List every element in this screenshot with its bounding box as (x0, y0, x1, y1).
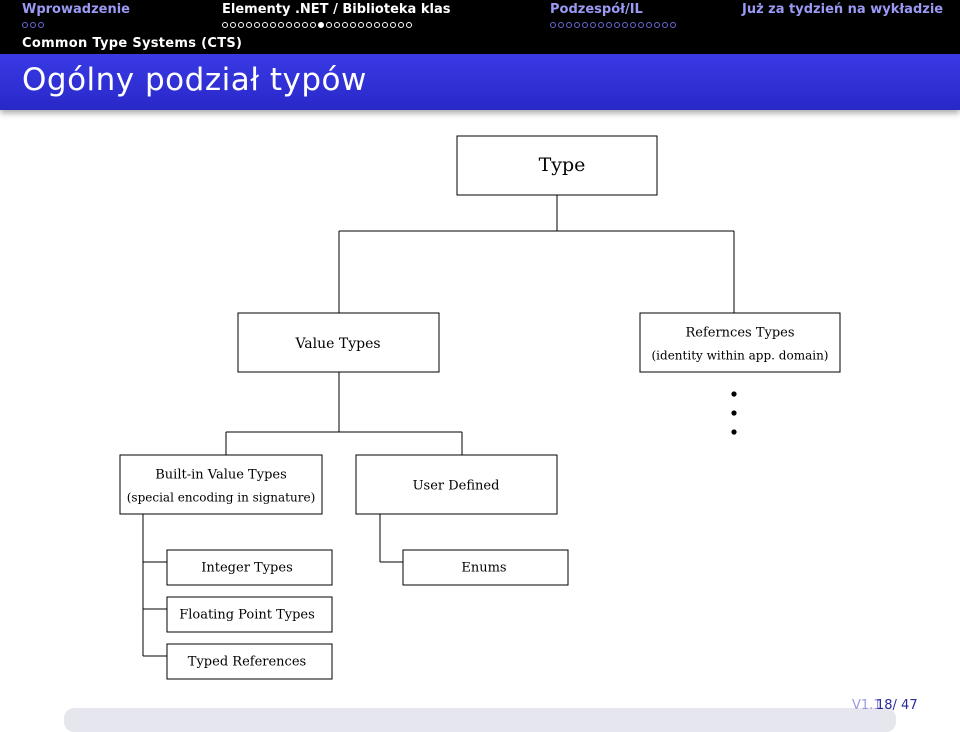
node-enums: Enums (402, 549, 569, 586)
node-builtin-value-types: Built-in Value Types (special encoding i… (119, 454, 323, 515)
node-enums-label: Enums (461, 561, 506, 576)
node-value-types: Value Types (237, 312, 440, 373)
node-reference-types: Refernces Types (identity within app. do… (639, 312, 841, 373)
node-floating-point-types: Floating Point Types (166, 596, 333, 633)
node-builtin-sublabel: (special encoding in signature) (127, 491, 316, 505)
node-integer-types: Integer Types (166, 549, 333, 586)
node-type: Type (456, 135, 658, 196)
node-reference-types-sublabel: (identity within app. domain) (652, 349, 829, 363)
ellipsis-dot (731, 391, 737, 397)
node-type-label: Type (539, 154, 586, 176)
node-typed-references-label: Typed References (188, 655, 306, 670)
node-value-types-label: Value Types (294, 336, 380, 352)
node-user-defined-label: User Defined (413, 479, 500, 494)
diagram-connectors (142, 195, 735, 657)
footer-page-number: 18/ 47 (876, 698, 918, 713)
node-integer-types-label: Integer Types (201, 561, 293, 576)
node-user-defined: User Defined (355, 454, 558, 515)
node-reference-types-label: Refernces Types (685, 326, 794, 341)
continuation-ellipsis (731, 391, 737, 435)
ellipsis-dot (731, 410, 737, 416)
ellipsis-dot (731, 429, 737, 435)
node-typed-references: Typed References (166, 643, 333, 680)
node-builtin-label: Built-in Value Types (155, 468, 287, 483)
node-floating-point-label: Floating Point Types (179, 608, 315, 623)
footer-bar (64, 708, 896, 732)
type-hierarchy-diagram: Type Value Types Refernces Types (identi… (119, 135, 841, 680)
